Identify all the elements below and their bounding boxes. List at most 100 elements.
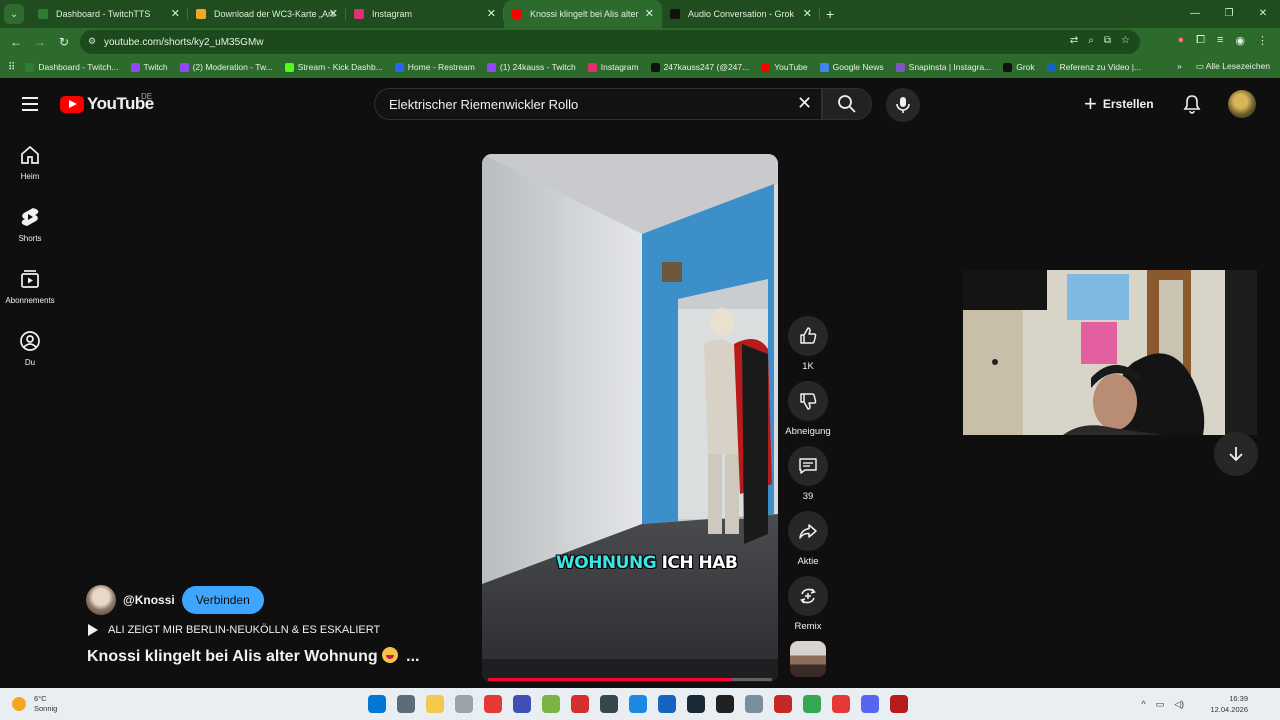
bookmark-item[interactable]: Dashboard - Twitch...	[25, 62, 119, 72]
extension-icon[interactable]: ●	[1178, 34, 1185, 47]
bookmark-item[interactable]: Grok	[1003, 62, 1035, 72]
bookmark-item[interactable]: Snapinsta | Instagra...	[895, 62, 991, 72]
like-circle[interactable]	[788, 316, 828, 356]
network-icon[interactable]: ▭	[1156, 699, 1165, 710]
youtube-logo[interactable]: YouTube	[60, 94, 154, 114]
browser-tab[interactable]: Dashboard - TwitchTTS ✕	[30, 0, 188, 28]
tab-close-icon[interactable]: ✕	[803, 7, 812, 20]
bluestacks-icon[interactable]	[542, 695, 560, 713]
gear-app-icon[interactable]	[745, 695, 763, 713]
sound-thumbnail[interactable]	[790, 641, 826, 677]
create-button[interactable]: + Erstellen	[1084, 92, 1154, 116]
tray-overflow-icon[interactable]: ^	[1141, 699, 1145, 710]
menu-icon[interactable]	[22, 97, 38, 111]
extensions-puzzle-icon[interactable]: ⧠	[1196, 34, 1205, 47]
browser-tab[interactable]: Download der WC3-Karte „Ani ✕	[188, 0, 346, 28]
search-input[interactable]: Elektrischer Riemenwickler Rollo	[374, 88, 822, 120]
browser-tab[interactable]: Audio Conversation - Grok ✕	[662, 0, 820, 28]
back-icon[interactable]: ←	[4, 35, 28, 49]
bookmark-item[interactable]: Referenz zu Video |...	[1046, 62, 1141, 72]
search-query[interactable]: Elektrischer Riemenwickler Rollo	[389, 97, 578, 112]
bookmark-item[interactable]: 247kauss247 (@247...	[650, 62, 749, 72]
tab-search-icon[interactable]: ⌄	[4, 4, 24, 24]
minimize-icon[interactable]: —	[1178, 0, 1212, 28]
clear-search-icon[interactable]: ✕	[797, 94, 812, 112]
remix-circle[interactable]	[788, 576, 828, 616]
all-bookmarks-folder[interactable]: ▭ Alle Lesezeichen	[1196, 61, 1270, 72]
bookmarks-overflow-icon[interactable]: »	[1177, 61, 1182, 72]
bookmark-item[interactable]: (2) Moderation - Tw...	[179, 62, 273, 72]
channel-name[interactable]: @Knossi	[123, 593, 175, 607]
zoom-icon[interactable]: ⌕	[1088, 35, 1094, 46]
sidebar-item-you[interactable]: Du	[0, 324, 60, 386]
address-bar[interactable]: ⚙ youtube.com/shorts/ky2_uM35GMw ⇄ ⌕ ⧉ ☆	[80, 30, 1140, 54]
bookmark-item[interactable]: Instagram	[587, 62, 639, 72]
like-button[interactable]: 1K	[786, 316, 830, 381]
windows-start-icon[interactable]	[368, 695, 386, 713]
elgato-icon[interactable]	[658, 695, 676, 713]
voicemeeter-icon[interactable]	[890, 695, 908, 713]
steam-icon[interactable]	[687, 695, 705, 713]
video-progress-bar[interactable]	[488, 678, 772, 681]
sidebar-item-home[interactable]: Heim	[0, 138, 60, 200]
bookmark-item[interactable]: Stream - Kick Dashb...	[284, 62, 383, 72]
voice-search-button[interactable]	[886, 88, 920, 122]
sidebar-item-shorts[interactable]: Shorts	[0, 200, 60, 262]
v-app-icon[interactable]	[513, 695, 531, 713]
chrome-icon[interactable]	[803, 695, 821, 713]
stream-app-icon[interactable]	[629, 695, 647, 713]
discord-icon[interactable]	[861, 695, 879, 713]
remix-button[interactable]: Remix	[786, 576, 830, 641]
reload-icon[interactable]: ↻	[52, 35, 76, 49]
weather-widget[interactable]: 6°C Sonnig	[12, 694, 57, 714]
bookmark-star-icon[interactable]: ☆	[1121, 35, 1130, 46]
account-avatar[interactable]	[1228, 90, 1256, 118]
profile-icon[interactable]: ◉	[1235, 34, 1245, 47]
notifications-button[interactable]	[1182, 94, 1202, 119]
dislike-circle[interactable]	[788, 381, 828, 421]
install-icon[interactable]: ⧉	[1104, 35, 1111, 46]
bookmark-item[interactable]: Google News	[819, 62, 884, 72]
next-video-button[interactable]	[1214, 432, 1258, 476]
subscribe-button[interactable]: Verbinden	[181, 586, 264, 614]
tab-close-icon[interactable]: ✕	[487, 7, 496, 20]
title-more[interactable]: ...	[406, 648, 419, 665]
shorts-video-player[interactable]	[482, 154, 778, 682]
comments-button[interactable]: 39	[786, 446, 830, 511]
browser-tab[interactable]: Knossi klingelt bei Alis alter ✕	[504, 0, 662, 28]
bookmark-item[interactable]: YouTube	[761, 62, 808, 72]
file-explorer-icon[interactable]	[426, 695, 444, 713]
translate-icon[interactable]: ⇄	[1070, 35, 1078, 46]
url-text[interactable]: youtube.com/shorts/ky2_uM35GMw	[104, 37, 264, 48]
calculator-icon[interactable]	[397, 695, 415, 713]
linked-video-title[interactable]: ALI ZEIGT MIR BERLIN-NEUKÖLLN & ES ESKAL…	[108, 624, 380, 636]
search-button[interactable]	[822, 88, 872, 120]
channel-avatar[interactable]	[86, 585, 116, 615]
forward-icon[interactable]: →	[28, 35, 52, 49]
red-app-icon[interactable]	[484, 695, 502, 713]
reading-list-icon[interactable]: ≡	[1217, 34, 1223, 47]
tab-close-icon[interactable]: ✕	[329, 7, 338, 20]
new-tab-icon[interactable]: +	[826, 6, 834, 22]
bookmark-item[interactable]: (1) 24kauss - Twitch	[486, 62, 576, 72]
tab-close-icon[interactable]: ✕	[645, 7, 654, 20]
bookmark-item[interactable]: Home - Restream	[394, 62, 475, 72]
share-button[interactable]: Aktie	[786, 511, 830, 576]
obs-icon[interactable]	[600, 695, 618, 713]
video-title[interactable]: Knossi klingelt bei Alis alter Wohnung .…	[87, 647, 420, 666]
share-circle[interactable]	[788, 511, 828, 551]
apps-grid-icon[interactable]: ⠿	[8, 62, 15, 73]
bookmark-item[interactable]: Twitch	[130, 62, 168, 72]
terminal-icon[interactable]	[716, 695, 734, 713]
comments-circle[interactable]	[788, 446, 828, 486]
restore-icon[interactable]: ❐	[1212, 0, 1246, 28]
voicemod-icon[interactable]	[774, 695, 792, 713]
record-app-icon[interactable]	[571, 695, 589, 713]
site-info-icon[interactable]: ⚙	[88, 36, 98, 46]
sidebar-item-subscriptions[interactable]: Abonnements	[0, 262, 60, 324]
browser-tab[interactable]: Instagram ✕	[346, 0, 504, 28]
close-window-icon[interactable]: ✕	[1246, 0, 1280, 28]
dislike-button[interactable]: Abneigung	[785, 381, 831, 446]
linked-video[interactable]: ALI ZEIGT MIR BERLIN-NEUKÖLLN & ES ESKAL…	[88, 624, 380, 636]
mouse-app-icon[interactable]	[455, 695, 473, 713]
